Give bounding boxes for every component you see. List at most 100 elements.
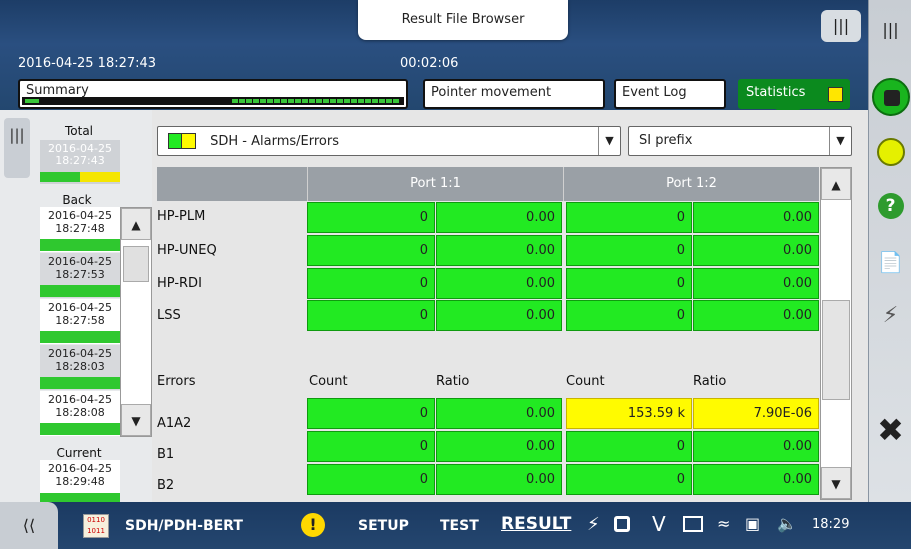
lightning-icon[interactable]: ⚡ (869, 296, 911, 336)
back-label: Back (62, 193, 92, 207)
scroll-up-icon[interactable]: ▲ (121, 208, 151, 240)
tab-event-log[interactable]: Event Log (614, 79, 726, 109)
scroll-thumb[interactable] (123, 246, 149, 282)
entry-date: 2016-04-25 (48, 393, 112, 406)
entry-time: 18:27:58 (55, 314, 105, 327)
current-entry[interactable]: 2016-04-25 18:29:48 (40, 460, 120, 504)
stop-icon[interactable] (869, 76, 911, 116)
scroll-thumb[interactable] (822, 300, 850, 400)
row-label-b1: B1 (157, 447, 175, 462)
right-sidebar: ||| ? 📄 ⚡ ✖ ⟩⟩ (868, 0, 911, 549)
total-entry-text: 2016-04-25 18:27:43 (48, 142, 112, 167)
cell-count: 0 (566, 235, 692, 266)
grid-scrollbar[interactable]: ▲ ▼ (820, 167, 852, 500)
cell-count: 0 (307, 464, 435, 495)
green-legend-icon (168, 133, 182, 149)
cell-ratio: 0.00 (436, 431, 562, 462)
row-label-hp-uneq: HP-UNEQ (157, 243, 217, 258)
period-entry-1[interactable]: 2016-04-25 18:27:48 (40, 207, 120, 252)
current-time: 18:29:48 (55, 475, 105, 488)
row-label-hp-plm: HP-PLM (157, 209, 206, 224)
period-scrollbar[interactable]: ▲ ▼ (120, 207, 152, 437)
sidebar-handle-icon[interactable]: ||| (869, 10, 911, 50)
total-entry[interactable]: 2016-04-25 18:27:43 (40, 140, 120, 184)
cell-count: 0 (307, 202, 435, 233)
cell-ratio: 7.90E-06 (693, 398, 819, 429)
chevron-down-icon[interactable]: ▼ (829, 127, 851, 155)
statistics-status-indicator (828, 87, 843, 102)
cell-count: 0 (566, 431, 692, 462)
cell-count: 0 (307, 268, 435, 299)
grid-header: Port 1:1 Port 1:2 (157, 167, 819, 201)
start-datetime: 2016-04-25 18:27:43 (18, 56, 157, 71)
terminal-icon (683, 516, 703, 532)
cell-ratio: 0.00 (436, 268, 562, 299)
row-label-b2: B2 (157, 478, 175, 493)
help-icon[interactable]: ? (869, 186, 911, 226)
period-entry-2[interactable]: 2016-04-25 18:27:53 (40, 253, 120, 298)
entry-time: 18:28:03 (55, 360, 105, 373)
ratio-column-header: Ratio (693, 374, 727, 389)
summary-progress-bar (22, 97, 404, 105)
port-1-header: Port 1:1 (307, 167, 563, 201)
ratio-column-header: Ratio (436, 374, 470, 389)
window-title: Result File Browser (358, 0, 568, 40)
entry-date: 2016-04-25 (48, 255, 112, 268)
entry-date: 2016-04-25 (48, 301, 112, 314)
test-button[interactable]: TEST (440, 518, 479, 534)
entry-date: 2016-04-25 (48, 209, 112, 222)
menu-handle-icon[interactable]: ||| (821, 10, 861, 42)
current-date: 2016-04-25 (48, 462, 112, 475)
row-label-hp-rdi: HP-RDI (157, 276, 202, 291)
count-column-header: Count (566, 374, 605, 389)
cell-count: 0 (566, 268, 692, 299)
port-2-header: Port 1:2 (563, 167, 819, 201)
cell-count: 0 (566, 300, 692, 331)
cell-ratio: 0.00 (436, 235, 562, 266)
cell-ratio: 0.00 (436, 398, 562, 429)
yellow-legend-icon (182, 133, 196, 149)
prefix-select[interactable]: SI prefix ▼ (628, 126, 852, 156)
v-icon: V (652, 512, 666, 536)
cell-count: 0 (307, 235, 435, 266)
tab-summary-label: Summary (26, 83, 89, 98)
cell-count: 0 (566, 464, 692, 495)
warning-icon[interactable]: ! (301, 513, 325, 537)
cell-ratio: 0.00 (693, 268, 819, 299)
view-select-value: SDH - Alarms/Errors (210, 133, 339, 149)
cell-ratio: 0.00 (693, 235, 819, 266)
cell-count: 0 (307, 398, 435, 429)
network-off-icon: ▣ (745, 514, 761, 533)
expand-left-icon[interactable]: ⟨⟨ (0, 502, 58, 549)
period-entry-3[interactable]: 2016-04-25 18:27:58 (40, 299, 120, 344)
chevron-down-icon[interactable]: ▼ (598, 127, 620, 155)
result-button[interactable]: RESULT (501, 514, 571, 534)
cell-count: 0 (566, 202, 692, 233)
current-label: Current (56, 446, 102, 460)
scroll-up-icon[interactable]: ▲ (821, 168, 851, 200)
volume-icon[interactable]: 🔈 (777, 514, 797, 533)
entry-date: 2016-04-25 (48, 347, 112, 360)
status-led-icon (869, 132, 911, 172)
errors-section-label: Errors (157, 374, 196, 389)
cell-count: 0 (307, 300, 435, 331)
cell-count: 153.59 k (566, 398, 692, 429)
setup-button[interactable]: SETUP (358, 518, 409, 534)
scroll-down-icon[interactable]: ▼ (121, 404, 151, 436)
cell-ratio: 0.00 (436, 300, 562, 331)
entry-time: 18:27:53 (55, 268, 105, 281)
cell-ratio: 0.00 (693, 202, 819, 233)
total-label: Total (64, 124, 94, 138)
row-label-lss: LSS (157, 308, 181, 323)
row-label-a1a2: A1A2 (157, 416, 192, 431)
bottom-bar: ⟨⟨ 0110 1011 SDH/PDH-BERT ! SETUP TEST RE… (0, 502, 911, 549)
period-entry-5[interactable]: 2016-04-25 18:28:08 (40, 391, 120, 436)
app-name: SDH/PDH-BERT (125, 518, 243, 534)
tab-pointer-movement[interactable]: Pointer movement (423, 79, 605, 109)
view-select[interactable]: SDH - Alarms/Errors ▼ (157, 126, 621, 156)
scroll-down-icon[interactable]: ▼ (821, 467, 851, 499)
cell-ratio: 0.00 (693, 300, 819, 331)
report-icon[interactable]: 📄 (869, 242, 911, 282)
period-entry-4[interactable]: 2016-04-25 18:28:03 (40, 345, 120, 390)
close-icon[interactable]: ✖ (869, 410, 911, 450)
